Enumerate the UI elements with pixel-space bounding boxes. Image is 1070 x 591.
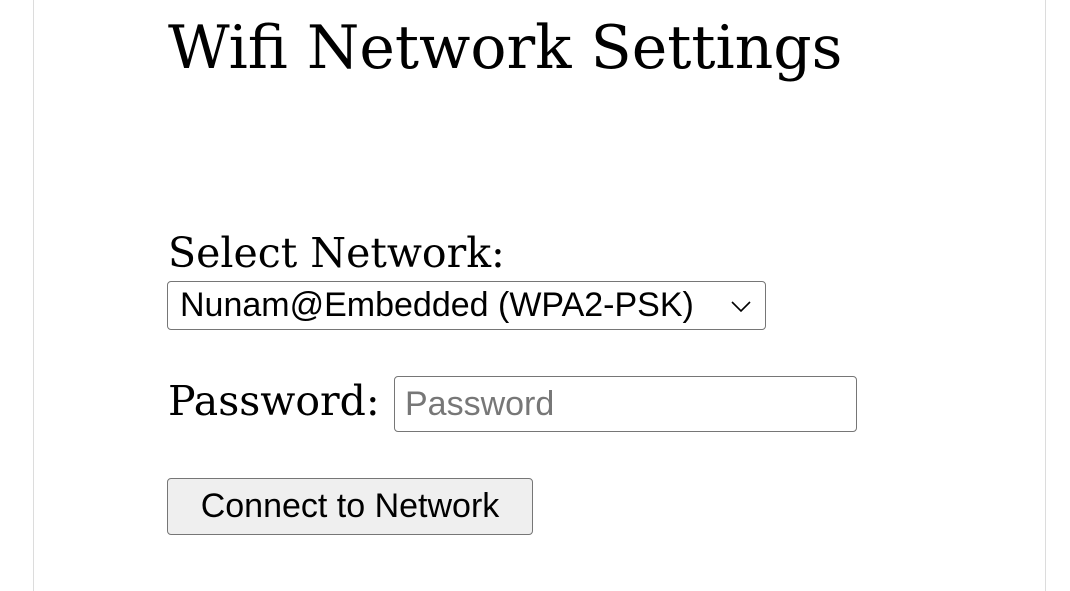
password-label: Password: [168, 377, 380, 425]
page-title: Wifi Network Settings [168, 13, 843, 83]
password-input[interactable] [394, 376, 857, 432]
select-network-label: Select Network: [168, 229, 505, 277]
connect-button[interactable]: Connect to Network [167, 478, 533, 535]
chevron-down-icon [731, 301, 751, 313]
network-select-value: Nunam@Embedded (WPA2-PSK) [180, 286, 694, 324]
network-select[interactable]: Nunam@Embedded (WPA2-PSK) [167, 281, 766, 330]
